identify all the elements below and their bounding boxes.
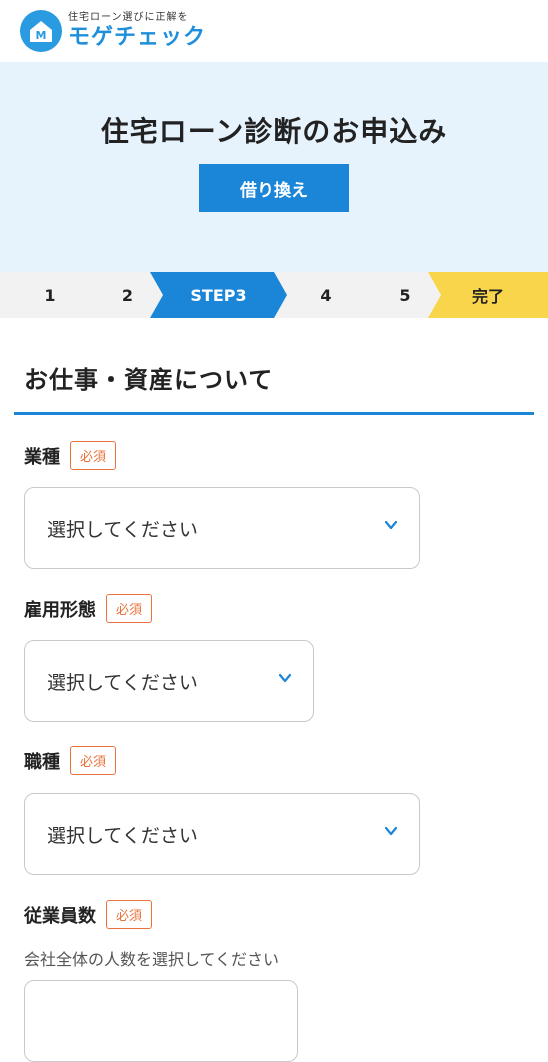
required-badge: 必須 [70, 441, 117, 470]
step-2: 2 [121, 285, 134, 305]
occupation-label: 職種 必須 [24, 746, 117, 775]
page-title: 住宅ローン診断のお申込み [100, 115, 448, 148]
occupation-label-text: 職種 [24, 751, 60, 773]
step-complete: 完了 [428, 272, 548, 318]
logo-icon[interactable]: M [20, 10, 62, 52]
industry-select[interactable]: 選択してください [24, 487, 420, 569]
employees-label-text: 従業員数 [24, 905, 96, 927]
logo-letter: M [36, 29, 47, 42]
refinance-button[interactable]: 借り換え [199, 164, 349, 212]
section-title: お仕事・資産について [24, 366, 274, 394]
employees-hint: 会社全体の人数を選択してください [24, 950, 280, 969]
brand-name: モゲチェック [68, 25, 207, 50]
chevron-down-icon [385, 520, 397, 530]
employment-select-value: 選択してください [47, 671, 198, 694]
logo[interactable]: 住宅ローン選びに正解を モゲチェック [68, 13, 206, 49]
industry-label-text: 業種 [24, 446, 60, 468]
occupation-select[interactable]: 選択してください [24, 793, 420, 875]
employees-select[interactable] [24, 980, 298, 1062]
required-badge: 必須 [106, 900, 153, 929]
section-divider [14, 412, 534, 415]
occupation-select-value: 選択してください [47, 824, 198, 847]
hero-banner: 住宅ローン診断のお申込み 借り換え [0, 62, 548, 272]
chevron-down-icon [279, 673, 291, 683]
step-4: 4 [320, 285, 332, 305]
employees-label: 従業員数 必須 [24, 900, 153, 929]
required-badge: 必須 [70, 746, 117, 775]
step-3-current: STEP3 [150, 272, 287, 318]
employment-label: 雇用形態 必須 [24, 594, 153, 623]
chevron-down-icon [385, 826, 397, 836]
industry-select-value: 選択してください [47, 518, 198, 541]
step-1: 1 [44, 285, 56, 305]
employment-label-text: 雇用形態 [24, 599, 96, 621]
employment-select[interactable]: 選択してください [24, 640, 314, 722]
required-badge: 必須 [106, 594, 153, 623]
industry-label: 業種 必須 [24, 441, 117, 470]
logo-tagline: 住宅ローン選びに正解を [68, 12, 189, 23]
progress-steps: 1 2 STEP3 4 5 完了 [0, 272, 548, 318]
site-header: M 住宅ローン選びに正解を モゲチェック [0, 0, 548, 62]
